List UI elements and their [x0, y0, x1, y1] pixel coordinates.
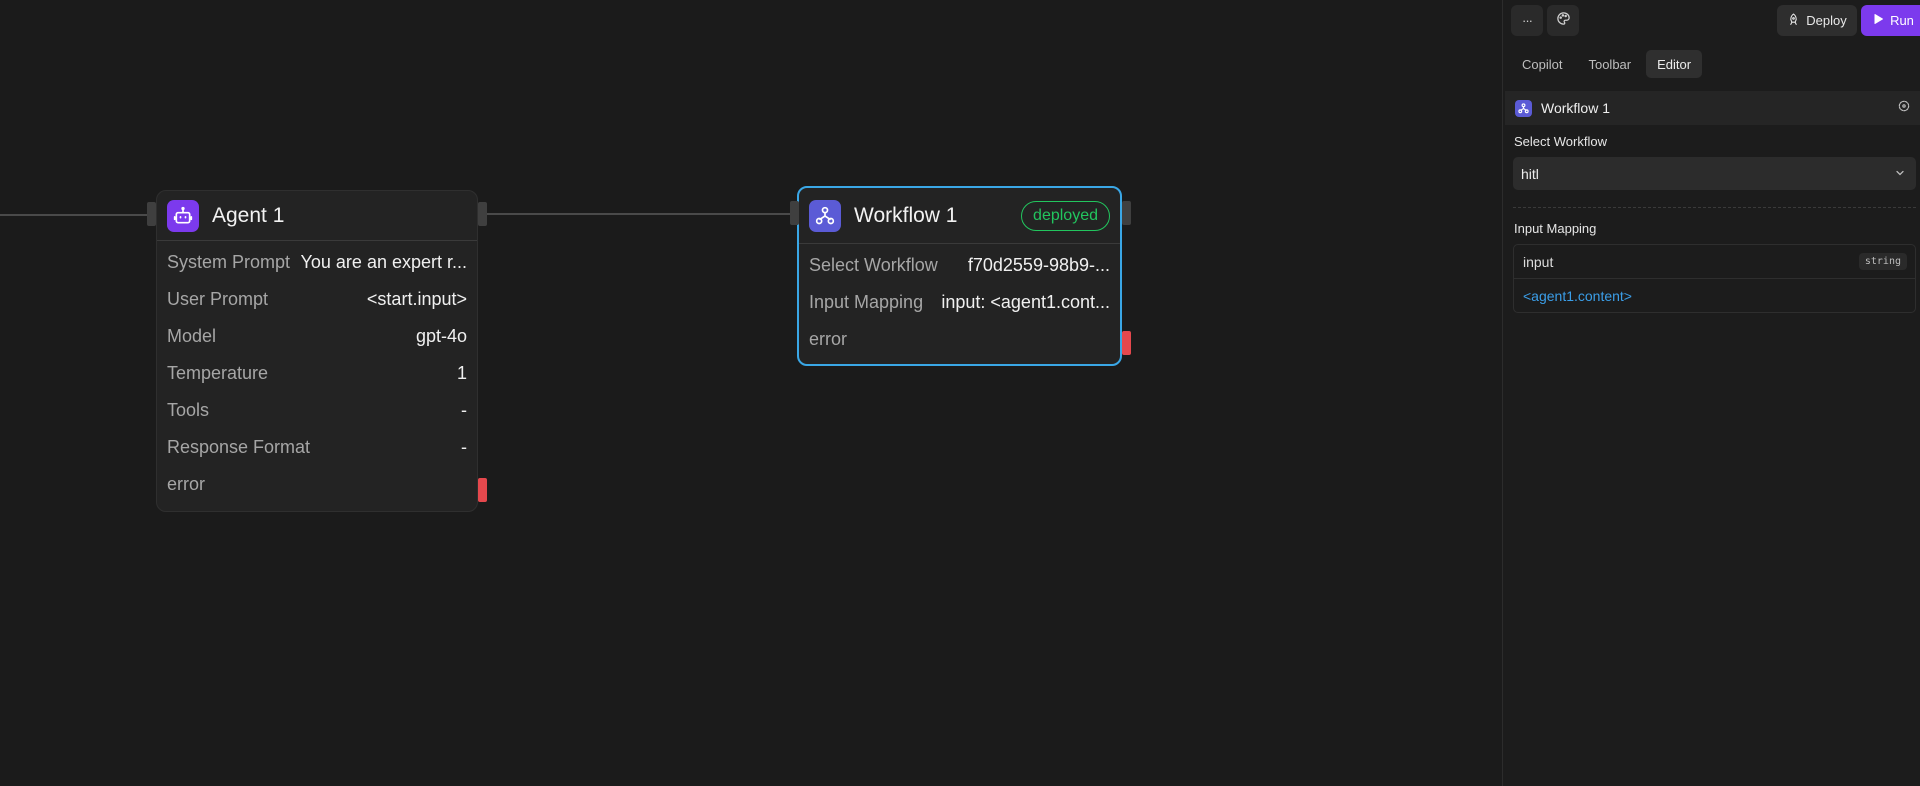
row-value: gpt-4o: [415, 326, 467, 346]
agent-node-title: Agent 1: [212, 203, 285, 227]
agent-output-handle[interactable]: [478, 202, 487, 226]
row-label: Tools: [167, 400, 210, 420]
agent-row-user-prompt[interactable]: User Prompt <start.input>: [167, 281, 467, 318]
agent-node-body: System Prompt You are an expert r... Use…: [157, 241, 477, 503]
editor-panel: ··· Deploy Run Copilot Toolbar Editor Wo…: [1502, 0, 1920, 786]
row-value: You are an expert r...: [300, 252, 467, 272]
workflow-node-title: Workflow 1: [854, 203, 958, 227]
input-mapping-field-name: input: [1523, 253, 1554, 270]
play-icon: [1872, 13, 1884, 28]
agent-node[interactable]: Agent 1 System Prompt You are an expert …: [156, 190, 478, 512]
more-button[interactable]: ···: [1511, 5, 1543, 36]
workflow-canvas[interactable]: Agent 1 System Prompt You are an expert …: [0, 0, 1502, 786]
agent-row-error[interactable]: error: [167, 466, 467, 503]
workflow-node-header[interactable]: Workflow 1 deployed: [799, 188, 1120, 244]
run-label: Run: [1890, 13, 1914, 28]
workflow-error-handle[interactable]: [1122, 331, 1131, 355]
workflow-node[interactable]: Workflow 1 deployed Select Workflow f70d…: [797, 186, 1122, 366]
row-value: input: <agent1.cont...: [941, 292, 1110, 312]
palette-icon: [1556, 11, 1571, 30]
row-value: <start.input>: [366, 289, 467, 309]
workflow-row-select-workflow[interactable]: Select Workflow f70d2559-98b9-...: [809, 247, 1110, 284]
section-divider: [1513, 207, 1916, 208]
agent-row-model[interactable]: Model gpt-4o: [167, 318, 467, 355]
row-label: Select Workflow: [809, 255, 938, 275]
panel-tabs: Copilot Toolbar Editor: [1511, 50, 1703, 78]
agent-node-header[interactable]: Agent 1: [157, 191, 477, 241]
row-value: -: [461, 400, 467, 420]
tab-editor[interactable]: Editor: [1646, 50, 1703, 78]
more-horizontal-icon: ···: [1522, 13, 1533, 28]
input-mapping-label: Input Mapping: [1514, 221, 1597, 236]
workflow-output-handle[interactable]: [1122, 201, 1131, 225]
deploy-label: Deploy: [1806, 13, 1847, 28]
agent-row-temperature[interactable]: Temperature 1: [167, 355, 467, 392]
input-mapping-value-input[interactable]: <agent1.content>: [1514, 279, 1915, 313]
workflow-node-body: Select Workflow f70d2559-98b9-... Input …: [799, 244, 1120, 358]
workflow-icon: [1515, 99, 1532, 117]
row-label: User Prompt: [167, 289, 269, 309]
rocket-icon: [1787, 12, 1800, 29]
deploy-button[interactable]: Deploy: [1777, 5, 1857, 36]
workflow-icon: [809, 199, 841, 232]
input-mapping-table: input string <agent1.content>: [1513, 244, 1916, 313]
input-mapping-field-type: string: [1858, 253, 1907, 270]
row-value: f70d2559-98b9-...: [967, 255, 1110, 275]
tab-toolbar[interactable]: Toolbar: [1577, 50, 1642, 78]
row-label: error: [809, 329, 848, 349]
input-mapping-field-value: <agent1.content>: [1523, 288, 1632, 304]
row-label: Model: [167, 326, 217, 346]
row-value: -: [461, 437, 467, 457]
agent-input-handle[interactable]: [147, 202, 156, 226]
chevron-down-icon: [1894, 166, 1906, 182]
block-title: Workflow 1: [1541, 100, 1610, 116]
run-button[interactable]: Run: [1861, 5, 1920, 36]
workflow-row-input-mapping[interactable]: Input Mapping input: <agent1.cont...: [809, 284, 1110, 321]
deployed-badge: deployed: [1021, 200, 1110, 231]
tab-copilot[interactable]: Copilot: [1511, 50, 1573, 78]
panel-toolbar: ··· Deploy Run: [1503, 0, 1920, 42]
row-value: 1: [456, 363, 467, 383]
row-label: Response Format: [167, 437, 311, 457]
edge-start-to-agent: [0, 214, 148, 216]
agent-row-response-format[interactable]: Response Format -: [167, 429, 467, 466]
row-label: Input Mapping: [809, 292, 924, 312]
row-label: Temperature: [167, 363, 269, 383]
select-workflow-label: Select Workflow: [1514, 134, 1607, 149]
edge-agent-to-workflow: [486, 213, 792, 215]
robot-icon: [167, 199, 199, 232]
select-workflow-dropdown[interactable]: hitl: [1513, 157, 1916, 190]
workflow-input-handle[interactable]: [790, 201, 799, 225]
palette-button[interactable]: [1547, 5, 1579, 36]
crosshair-icon[interactable]: [1897, 99, 1911, 118]
agent-row-system-prompt[interactable]: System Prompt You are an expert r...: [167, 244, 467, 281]
input-mapping-field: input string: [1514, 245, 1915, 279]
agent-error-handle[interactable]: [478, 478, 487, 502]
select-workflow-value: hitl: [1521, 165, 1539, 182]
row-label: System Prompt: [167, 252, 291, 272]
workflow-row-error[interactable]: error: [809, 321, 1110, 358]
row-label: error: [167, 474, 206, 494]
agent-row-tools[interactable]: Tools -: [167, 392, 467, 429]
block-header: Workflow 1: [1505, 91, 1920, 125]
